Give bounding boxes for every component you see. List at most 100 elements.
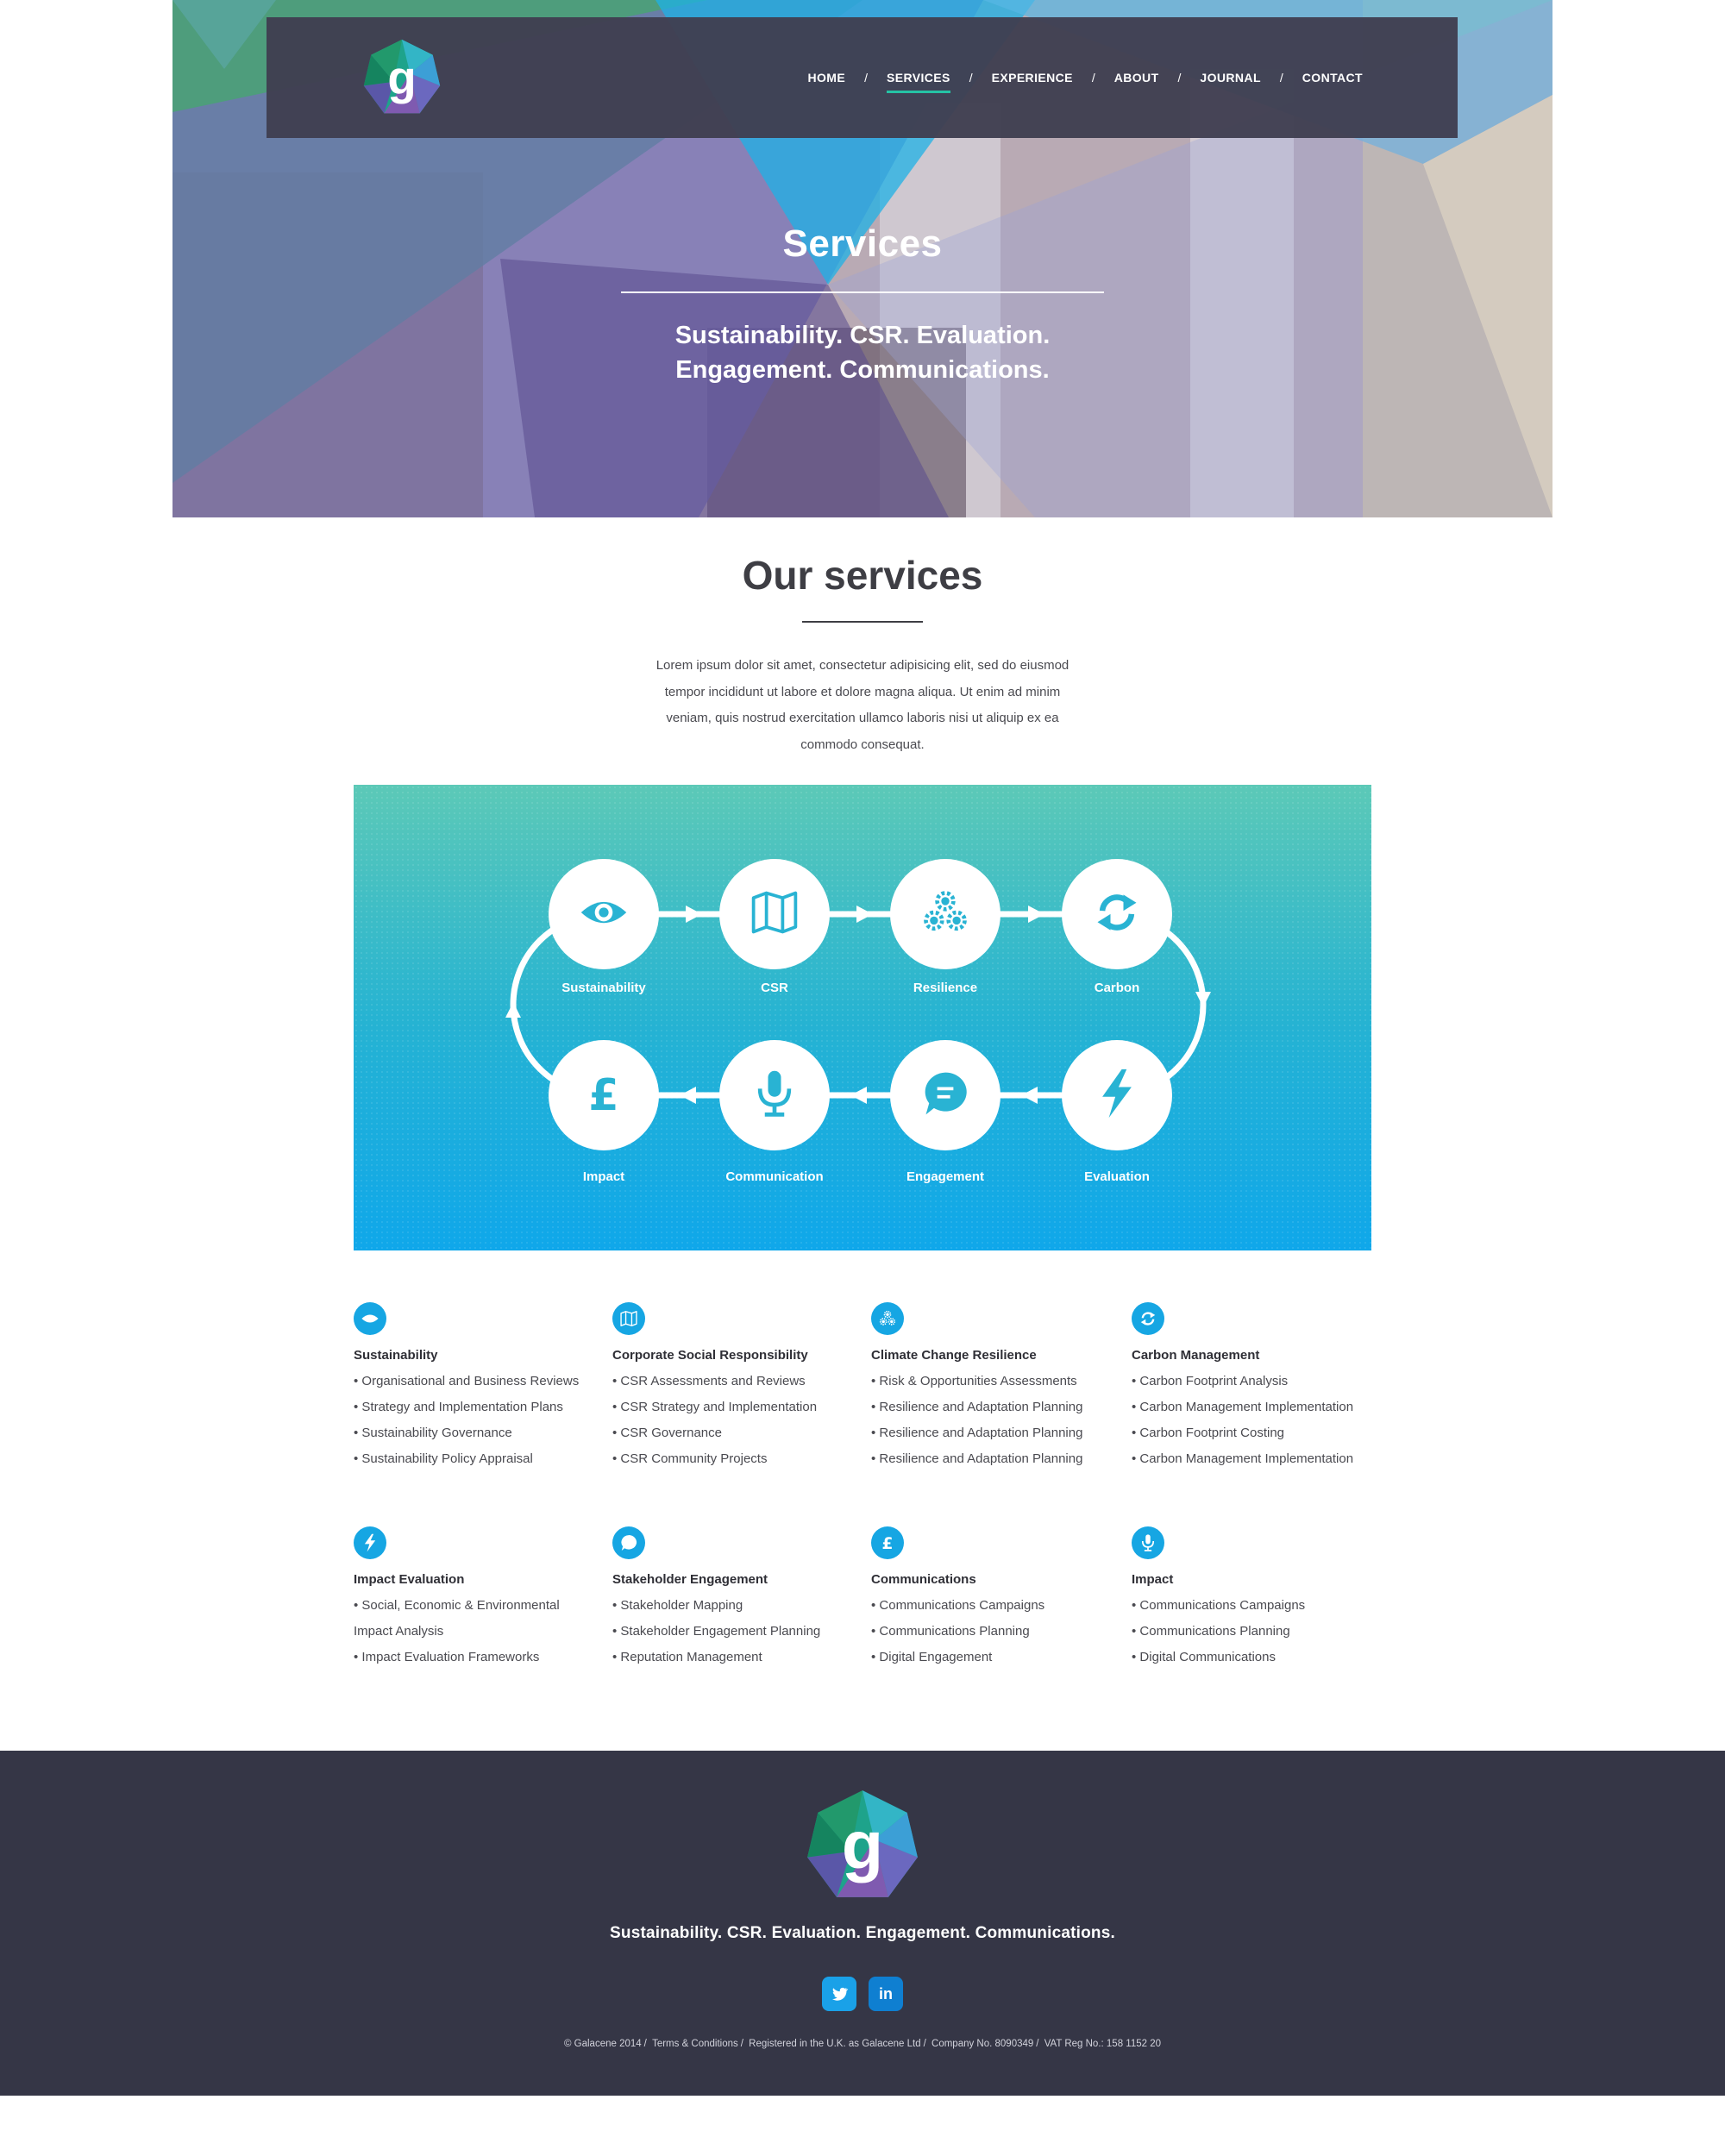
- service-list-item: • Strategy and Implementation Plans: [354, 1400, 563, 1414]
- service-column-stakeholder-engagement: Stakeholder Engagement • Stakeholder Mapp…: [612, 1526, 854, 1670]
- twitter-button[interactable]: [822, 1977, 856, 2011]
- registration-text: Registered in the U.K. as Galacene Ltd: [749, 2039, 921, 2049]
- diagram-node-impact[interactable]: £: [549, 1040, 659, 1150]
- service-list: • Social, Economic & Environmental Impact…: [354, 1593, 595, 1670]
- gears-icon: [871, 1302, 904, 1335]
- service-list-item: • Carbon Footprint Costing: [1132, 1426, 1285, 1440]
- diagram-label-engagement: Engagement: [906, 1169, 984, 1184]
- service-column-title: Carbon Management: [1132, 1348, 1260, 1363]
- svg-text:£: £: [588, 1069, 618, 1119]
- diagram-label-csr: CSR: [761, 981, 788, 995]
- service-column-climate-change-resilience: Climate Change Resilience • Risk & Opport…: [871, 1302, 1113, 1472]
- service-column-title: Sustainability: [354, 1348, 438, 1363]
- footer-tagline: Sustainability. CSR. Evaluation. Engagem…: [610, 1924, 1115, 1942]
- pound-icon: £: [578, 1068, 630, 1124]
- service-list-item: • Resilience and Adaptation Planning: [871, 1451, 1083, 1466]
- service-column-impact-evaluation: Impact Evaluation • Social, Economic & En…: [354, 1526, 595, 1670]
- recycle-icon: [1091, 887, 1143, 943]
- service-list-item: • Carbon Footprint Analysis: [1132, 1374, 1289, 1388]
- map-icon: [749, 887, 800, 943]
- nav-home[interactable]: HOME: [807, 71, 845, 85]
- service-list-item: • Communications Planning: [1132, 1624, 1290, 1639]
- service-list-item: • Impact Evaluation Frameworks: [354, 1650, 540, 1664]
- linkedin-button[interactable]: in: [869, 1977, 903, 2011]
- twitter-icon: [832, 1987, 849, 2001]
- microphone-icon: [749, 1068, 800, 1124]
- recycle-icon: [1132, 1302, 1164, 1335]
- service-list: • Stakeholder Mapping • Stakeholder Engag…: [612, 1593, 854, 1670]
- service-list-item: • Resilience and Adaptation Planning: [871, 1400, 1083, 1414]
- map-icon: [612, 1302, 645, 1335]
- service-list-item: • Risk & Opportunities Assessments: [871, 1374, 1077, 1388]
- diagram-node-carbon[interactable]: [1062, 859, 1172, 969]
- site-footer: g Sustainability. CSR. Evaluation. Engag…: [0, 1751, 1725, 2096]
- diagram-node-communication[interactable]: [719, 1040, 830, 1150]
- footer-logo[interactable]: g: [804, 1787, 921, 1904]
- service-column-impact: Impact • Communications Campaigns • Commun…: [1132, 1526, 1373, 1670]
- nav-separator: /: [1091, 71, 1095, 85]
- nav-contact[interactable]: CONTACT: [1302, 71, 1363, 85]
- eye-icon: [354, 1302, 386, 1335]
- svg-text:g: g: [387, 52, 416, 104]
- service-list-item: • CSR Community Projects: [612, 1451, 768, 1466]
- nav-services[interactable]: SERVICES: [886, 71, 950, 93]
- service-column-title: Climate Change Resilience: [871, 1348, 1037, 1363]
- service-list-item: • Stakeholder Engagement Planning: [612, 1624, 821, 1639]
- lightning-icon: [354, 1526, 386, 1559]
- service-list-item: • Communications Campaigns: [1132, 1598, 1306, 1613]
- nav-separator: /: [864, 71, 868, 85]
- eye-icon: [578, 887, 630, 943]
- our-services-heading: Our services: [742, 553, 983, 598]
- service-list-item: • Digital Engagement: [871, 1650, 993, 1664]
- galacene-logo[interactable]: g: [361, 37, 442, 118]
- hexagon-logo-icon: g: [363, 39, 441, 114]
- pound-icon: £: [871, 1526, 904, 1559]
- nav-about[interactable]: ABOUT: [1114, 71, 1159, 85]
- service-list-item: • Resilience and Adaptation Planning: [871, 1426, 1083, 1440]
- hexagon-logo-icon: g: [807, 1790, 918, 1897]
- linkedin-icon: in: [879, 1984, 893, 2002]
- service-column-title: Impact Evaluation: [354, 1572, 465, 1587]
- diagram-node-evaluation[interactable]: [1062, 1040, 1172, 1150]
- service-list: • Communications Campaigns • Communicatio…: [871, 1593, 1113, 1670]
- diagram-node-resilience[interactable]: [890, 859, 1000, 969]
- diagram-label-impact: Impact: [582, 1169, 625, 1184]
- speech-bubble-icon: [919, 1068, 971, 1124]
- service-list-item: • CSR Governance: [612, 1426, 722, 1440]
- service-list: • Carbon Footprint Analysis • Carbon Mana…: [1132, 1369, 1373, 1472]
- footer-legal-line: © Galacene 2014/ Terms & Conditions / Reg…: [563, 2039, 1162, 2049]
- svg-text:g: g: [842, 1808, 883, 1883]
- hero-divider: [621, 291, 1104, 293]
- service-list-item: • Reputation Management: [612, 1650, 762, 1664]
- service-list-item: • Digital Communications: [1132, 1650, 1276, 1664]
- service-list: • Communications Campaigns • Communicatio…: [1132, 1593, 1373, 1670]
- diagram-node-csr[interactable]: [719, 859, 830, 969]
- diagram-label-carbon: Carbon: [1094, 981, 1140, 995]
- hero-subtitle: Sustainability. CSR. Evaluation. Engagem…: [172, 318, 1552, 387]
- speech-bubble-icon: [612, 1526, 645, 1559]
- nav-experience[interactable]: EXPERIENCE: [992, 71, 1073, 85]
- service-column-carbon-management: Carbon Management • Carbon Footprint Anal…: [1132, 1302, 1373, 1472]
- diagram-label-communication: Communication: [725, 1169, 824, 1184]
- service-list: • CSR Assessments and Reviews • CSR Strat…: [612, 1369, 854, 1472]
- service-column-communications: £ Communications • Communications Campaign…: [871, 1526, 1113, 1670]
- vat-number-text: VAT Reg No.: 158 1152 20: [1044, 2039, 1162, 2049]
- nav-journal[interactable]: JOURNAL: [1200, 71, 1260, 85]
- service-list-item: • CSR Assessments and Reviews: [612, 1374, 806, 1388]
- page-title: Services: [782, 222, 943, 265]
- service-column-sustainability: Sustainability • Organisational and Busin…: [354, 1302, 595, 1472]
- terms-link[interactable]: Terms & Conditions: [652, 2039, 738, 2049]
- service-list-item: • Carbon Management Implementation: [1132, 1451, 1354, 1466]
- diagram-node-engagement[interactable]: [890, 1040, 1000, 1150]
- hero-banner: g HOME / SERVICES / EXPERIENCE / ABOUT / JOURNAL…: [172, 0, 1552, 517]
- top-navigation-bar: g HOME / SERVICES / EXPERIENCE / ABOUT / JOURNAL…: [267, 17, 1458, 138]
- service-list-item: • Communications Planning: [871, 1624, 1030, 1639]
- diagram-node-sustainability[interactable]: [549, 859, 659, 969]
- service-list-item: • Stakeholder Mapping: [612, 1598, 743, 1613]
- service-column-title: Corporate Social Responsibility: [612, 1348, 808, 1363]
- main-nav: HOME / SERVICES / EXPERIENCE / ABOUT / JOURNAL / C…: [807, 17, 1363, 138]
- service-column-title: Impact: [1132, 1572, 1174, 1587]
- service-column-title: Communications: [871, 1572, 976, 1587]
- service-list-item: • Social, Economic & Environmental: [354, 1598, 560, 1613]
- diagram-label-resilience: Resilience: [913, 981, 978, 995]
